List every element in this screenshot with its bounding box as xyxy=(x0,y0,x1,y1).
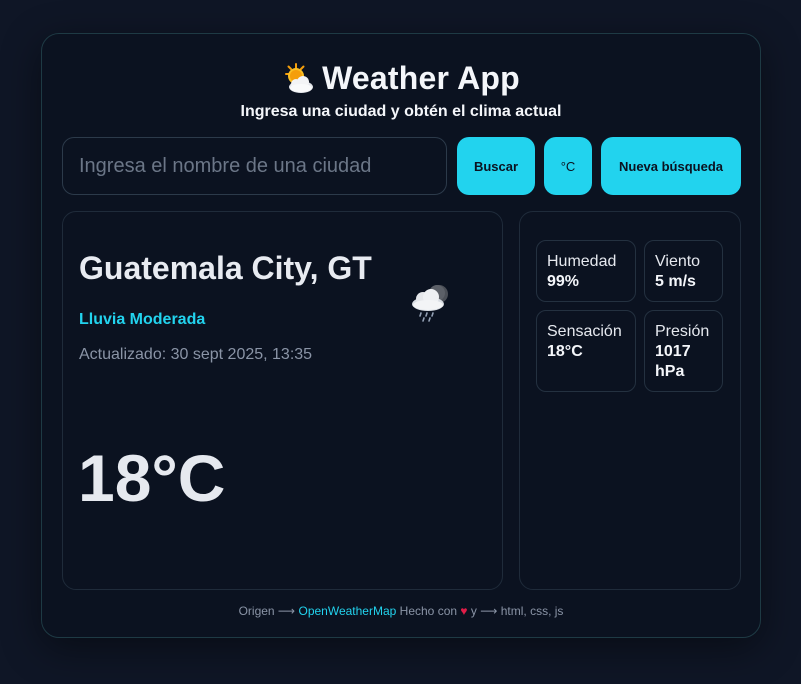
humidity-label: Humedad xyxy=(547,253,617,270)
current-temperature: 18°C xyxy=(78,441,226,515)
unit-toggle-button[interactable]: °C xyxy=(544,137,592,195)
wind-stat: Viento 5 m/s xyxy=(644,240,723,302)
footer-source-prefix: Origen ⟶ xyxy=(238,604,296,618)
current-weather-panel: Guatemala City, GT Lluvia Moderada Actua… xyxy=(62,211,503,590)
feels-like-stat: Sensación 18°C xyxy=(536,310,636,392)
city-search-input[interactable] xyxy=(62,137,447,195)
weather-description: Lluvia Moderada xyxy=(79,311,206,328)
app-subtitle: Ingresa una ciudad y obtén el clima actu… xyxy=(240,103,562,120)
humidity-stat: Humedad 99% xyxy=(536,240,636,302)
rain-cloud-icon xyxy=(412,285,448,322)
heart-icon: ♥ xyxy=(460,604,468,618)
openweathermap-link[interactable]: OpenWeatherMap xyxy=(298,604,396,618)
footer-made-suffix: y ⟶ html, css, js xyxy=(470,604,564,618)
app-title: Weather App xyxy=(322,60,520,96)
app-header: Weather App Ingresa una ciudad y obtén e… xyxy=(42,60,760,121)
footer-made-with: Hecho con xyxy=(399,604,458,618)
app-card: Weather App Ingresa una ciudad y obtén e… xyxy=(41,33,761,638)
app-footer: Origen ⟶ OpenWeatherMap Hecho con ♥ y ⟶ … xyxy=(42,604,760,618)
search-button[interactable]: Buscar xyxy=(457,137,535,195)
pressure-value: 1017 hPa xyxy=(655,343,691,380)
new-search-button[interactable]: Nueva búsqueda xyxy=(601,137,741,195)
weather-details-panel: Humedad 99% Viento 5 m/s Sensación 18°C … xyxy=(519,211,741,590)
sun-behind-cloud-icon xyxy=(285,62,314,93)
pressure-label: Presión xyxy=(655,323,710,340)
humidity-value: 99% xyxy=(547,273,580,290)
feels-like-value: 18°C xyxy=(547,343,583,360)
wind-label: Viento xyxy=(655,253,701,270)
pressure-stat: Presión 1017 hPa xyxy=(644,310,723,392)
title-row: Weather App xyxy=(42,60,760,97)
city-name: Guatemala City, GT xyxy=(79,250,372,286)
wind-value: 5 m/s xyxy=(655,273,696,290)
feels-like-label: Sensación xyxy=(547,323,622,340)
updated-timestamp: Actualizado: 30 sept 2025, 13:35 xyxy=(79,346,313,363)
